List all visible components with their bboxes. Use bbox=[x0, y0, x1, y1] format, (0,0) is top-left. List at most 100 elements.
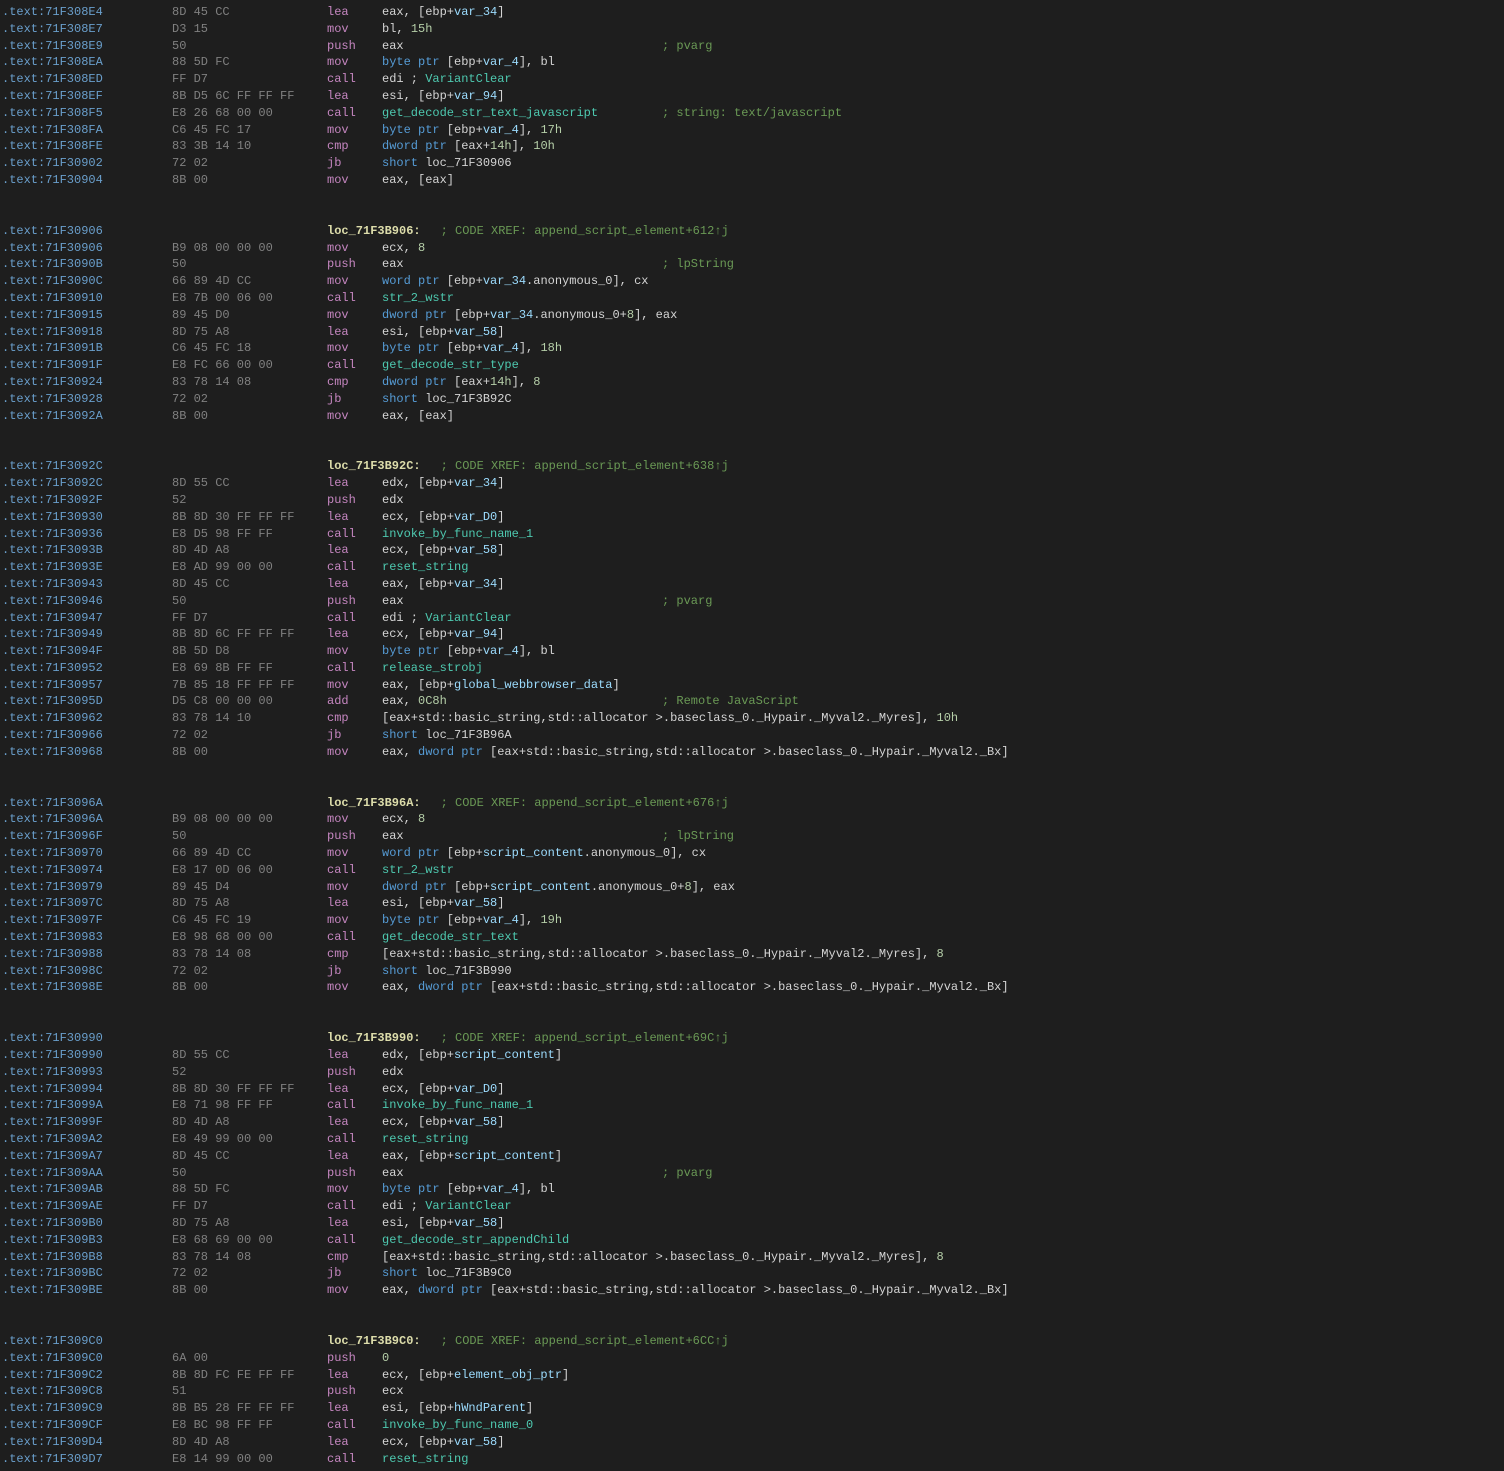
code-line[interactable]: .text:71F30904 8B 00 mov eax, [eax] bbox=[0, 172, 1504, 189]
line-addr: .text:71F30928 bbox=[2, 391, 172, 408]
code-line[interactable]: .text:71F30928 72 02 jb short loc_71F3B9… bbox=[0, 391, 1504, 408]
code-line[interactable]: .text:71F30994 8B 8D 30 FF FF FF lea ecx… bbox=[0, 1081, 1504, 1098]
line-mnemonic: jb bbox=[327, 727, 382, 744]
line-operand: ecx, [ebp+element_obj_ptr] bbox=[382, 1367, 662, 1384]
code-line[interactable]: .text:71F3095D D5 C8 00 00 00 add eax, 0… bbox=[0, 693, 1504, 710]
code-line[interactable]: .text:71F30983 E8 98 68 00 00 call get_d… bbox=[0, 929, 1504, 946]
line-bytes: 72 02 bbox=[172, 963, 327, 980]
code-line[interactable]: .text:71F30962 83 78 14 10 cmp [eax+std:… bbox=[0, 710, 1504, 727]
code-line[interactable]: .text:71F3092F 52 push edx bbox=[0, 492, 1504, 509]
code-line[interactable]: .text:71F308FA C6 45 FC 17 mov byte ptr … bbox=[0, 122, 1504, 139]
line-operand: bl, 15h bbox=[382, 21, 662, 38]
code-line[interactable]: .text:71F309C0 6A 00 push 0 bbox=[0, 1350, 1504, 1367]
label-addr: .text:71F3096A bbox=[2, 795, 172, 812]
code-line[interactable]: .text:71F3096A B9 08 00 00 00 mov ecx, 8 bbox=[0, 811, 1504, 828]
code-line[interactable]: .text:71F3093B 8D 4D A8 lea ecx, [ebp+va… bbox=[0, 542, 1504, 559]
code-line[interactable]: .text:71F308F5 E8 26 68 00 00 call get_d… bbox=[0, 105, 1504, 122]
code-line[interactable]: .text:71F308E4 8D 45 CC lea eax, [ebp+va… bbox=[0, 4, 1504, 21]
code-line[interactable]: .text:71F30957 7B 85 18 FF FF FF mov eax… bbox=[0, 677, 1504, 694]
code-line[interactable]: .text:71F30915 89 45 D0 mov dword ptr [e… bbox=[0, 307, 1504, 324]
code-line[interactable]: .text:71F309B8 83 78 14 08 cmp [eax+std:… bbox=[0, 1249, 1504, 1266]
code-line[interactable]: .text:71F308EA 88 5D FC mov byte ptr [eb… bbox=[0, 54, 1504, 71]
label-spaces bbox=[172, 1030, 327, 1047]
code-line[interactable]: .text:71F309D4 8D 4D A8 lea ecx, [ebp+va… bbox=[0, 1434, 1504, 1451]
code-line[interactable]: .text:71F308E9 50 push eax ; pvarg bbox=[0, 38, 1504, 55]
code-line[interactable]: .text:71F3097C 8D 75 A8 lea esi, [ebp+va… bbox=[0, 895, 1504, 912]
label-name: loc_71F3B92C: bbox=[327, 458, 421, 475]
line-addr: .text:71F3091F bbox=[2, 357, 172, 374]
code-line[interactable]: .text:71F308ED FF D7 call edi ; VariantC… bbox=[0, 71, 1504, 88]
code-line[interactable]: .text:71F30970 66 89 4D CC mov word ptr … bbox=[0, 845, 1504, 862]
code-line[interactable]: .text:71F309BE 8B 00 mov eax, dword ptr … bbox=[0, 1282, 1504, 1299]
code-line[interactable]: .text:71F3091B C6 45 FC 18 mov byte ptr … bbox=[0, 340, 1504, 357]
code-line[interactable]: .text:71F3093E E8 AD 99 00 00 call reset… bbox=[0, 559, 1504, 576]
code-line[interactable]: .text:71F30930 8B 8D 30 FF FF FF lea ecx… bbox=[0, 509, 1504, 526]
line-operand: esi, [ebp+var_58] bbox=[382, 895, 662, 912]
line-addr: .text:71F3094F bbox=[2, 643, 172, 660]
code-line[interactable]: .text:71F309AE FF D7 call edi ; VariantC… bbox=[0, 1198, 1504, 1215]
code-line[interactable]: .text:71F309D7 E8 14 99 00 00 call reset… bbox=[0, 1451, 1504, 1468]
label-line: .text:71F30990 loc_71F3B990: ; CODE XREF… bbox=[0, 1030, 1504, 1047]
code-line[interactable]: .text:71F3090C 66 89 4D CC mov word ptr … bbox=[0, 273, 1504, 290]
code-line[interactable]: .text:71F30918 8D 75 A8 lea esi, [ebp+va… bbox=[0, 324, 1504, 341]
line-operand: eax, [eax] bbox=[382, 172, 662, 189]
code-line[interactable]: .text:71F30990 8D 55 CC lea edx, [ebp+sc… bbox=[0, 1047, 1504, 1064]
line-mnemonic: cmp bbox=[327, 374, 382, 391]
code-line[interactable]: .text:71F3090B 50 push eax ; lpString bbox=[0, 256, 1504, 273]
code-line[interactable]: .text:71F30966 72 02 jb short loc_71F3B9… bbox=[0, 727, 1504, 744]
code-line[interactable]: .text:71F3098C 72 02 jb short loc_71F3B9… bbox=[0, 963, 1504, 980]
code-line[interactable]: .text:71F30910 E8 7B 00 06 00 call str_2… bbox=[0, 290, 1504, 307]
line-addr: .text:71F30924 bbox=[2, 374, 172, 391]
code-line[interactable]: .text:71F308EF 8B D5 6C FF FF FF lea esi… bbox=[0, 88, 1504, 105]
code-line[interactable]: .text:71F3091F E8 FC 66 00 00 call get_d… bbox=[0, 357, 1504, 374]
line-operand: get_decode_str_text_javascript bbox=[382, 105, 662, 122]
code-line[interactable]: .text:71F309C2 8B 8D FC FE FF FF lea ecx… bbox=[0, 1367, 1504, 1384]
line-addr: .text:71F30910 bbox=[2, 290, 172, 307]
line-mnemonic: push bbox=[327, 492, 382, 509]
code-line[interactable]: .text:71F309AA 50 push eax ; pvarg bbox=[0, 1165, 1504, 1182]
code-line[interactable]: .text:71F30947 FF D7 call edi ; VariantC… bbox=[0, 610, 1504, 627]
line-bytes: 51 bbox=[172, 1383, 327, 1400]
label-name: loc_71F3B906: bbox=[327, 223, 421, 240]
code-line[interactable]: .text:71F30974 E8 17 0D 06 00 call str_2… bbox=[0, 862, 1504, 879]
code-line[interactable]: .text:71F309BC 72 02 jb short loc_71F3B9… bbox=[0, 1265, 1504, 1282]
code-line[interactable]: .text:71F30993 52 push edx bbox=[0, 1064, 1504, 1081]
code-line[interactable]: .text:71F308E7 D3 15 mov bl, 15h bbox=[0, 21, 1504, 38]
line-operand: dword ptr [eax+14h], 10h bbox=[382, 138, 662, 155]
code-line[interactable]: .text:71F309A7 8D 45 CC lea eax, [ebp+sc… bbox=[0, 1148, 1504, 1165]
code-line[interactable]: .text:71F309B3 E8 68 69 00 00 call get_d… bbox=[0, 1232, 1504, 1249]
code-line[interactable]: .text:71F3092A 8B 00 mov eax, [eax] bbox=[0, 408, 1504, 425]
code-line[interactable]: .text:71F309C9 8B B5 28 FF FF FF lea esi… bbox=[0, 1400, 1504, 1417]
code-line[interactable]: .text:71F309B0 8D 75 A8 lea esi, [ebp+va… bbox=[0, 1215, 1504, 1232]
code-line[interactable]: .text:71F3094F 8B 5D D8 mov byte ptr [eb… bbox=[0, 643, 1504, 660]
code-line[interactable]: .text:71F30952 E8 69 8B FF FF call relea… bbox=[0, 660, 1504, 677]
code-line[interactable]: .text:71F30979 89 45 D4 mov dword ptr [e… bbox=[0, 879, 1504, 896]
code-line[interactable]: .text:71F30936 E8 D5 98 FF FF call invok… bbox=[0, 526, 1504, 543]
label-spaces bbox=[172, 458, 327, 475]
code-line[interactable]: .text:71F30968 8B 00 mov eax, dword ptr … bbox=[0, 744, 1504, 761]
line-bytes: 7B 85 18 FF FF FF bbox=[172, 677, 327, 694]
code-line[interactable]: .text:71F3096F 50 push eax ; lpString bbox=[0, 828, 1504, 845]
code-line[interactable]: .text:71F30988 83 78 14 08 cmp [eax+std:… bbox=[0, 946, 1504, 963]
code-line[interactable]: .text:71F309C8 51 push ecx bbox=[0, 1383, 1504, 1400]
code-line[interactable]: .text:71F30906 B9 08 00 00 00 mov ecx, 8 bbox=[0, 240, 1504, 257]
line-mnemonic: mov bbox=[327, 122, 382, 139]
code-line[interactable]: .text:71F30949 8B 8D 6C FF FF FF lea ecx… bbox=[0, 626, 1504, 643]
code-line[interactable]: .text:71F30943 8D 45 CC lea eax, [ebp+va… bbox=[0, 576, 1504, 593]
code-line[interactable]: .text:71F3099A E8 71 98 FF FF call invok… bbox=[0, 1097, 1504, 1114]
line-mnemonic: push bbox=[327, 256, 382, 273]
code-line[interactable]: .text:71F309AB 88 5D FC mov byte ptr [eb… bbox=[0, 1181, 1504, 1198]
code-line[interactable]: .text:71F3098E 8B 00 mov eax, dword ptr … bbox=[0, 979, 1504, 996]
code-line[interactable]: .text:71F3097F C6 45 FC 19 mov byte ptr … bbox=[0, 912, 1504, 929]
code-line[interactable]: .text:71F3092C 8D 55 CC lea edx, [ebp+va… bbox=[0, 475, 1504, 492]
code-line[interactable]: .text:71F309A2 E8 49 99 00 00 call reset… bbox=[0, 1131, 1504, 1148]
code-line[interactable]: .text:71F30946 50 push eax ; pvarg bbox=[0, 593, 1504, 610]
code-line[interactable]: .text:71F30924 83 78 14 08 cmp dword ptr… bbox=[0, 374, 1504, 391]
line-addr: .text:71F309AA bbox=[2, 1165, 172, 1182]
code-line[interactable]: .text:71F30902 72 02 jb short loc_71F309… bbox=[0, 155, 1504, 172]
code-line[interactable]: .text:71F3099F 8D 4D A8 lea ecx, [ebp+va… bbox=[0, 1114, 1504, 1131]
code-line[interactable]: .text:71F309CF E8 BC 98 FF FF call invok… bbox=[0, 1417, 1504, 1434]
line-mnemonic: mov bbox=[327, 643, 382, 660]
line-operand: dword ptr [ebp+var_34.anonymous_0+8], ea… bbox=[382, 307, 677, 324]
code-line[interactable]: .text:71F308FE 83 3B 14 10 cmp dword ptr… bbox=[0, 138, 1504, 155]
